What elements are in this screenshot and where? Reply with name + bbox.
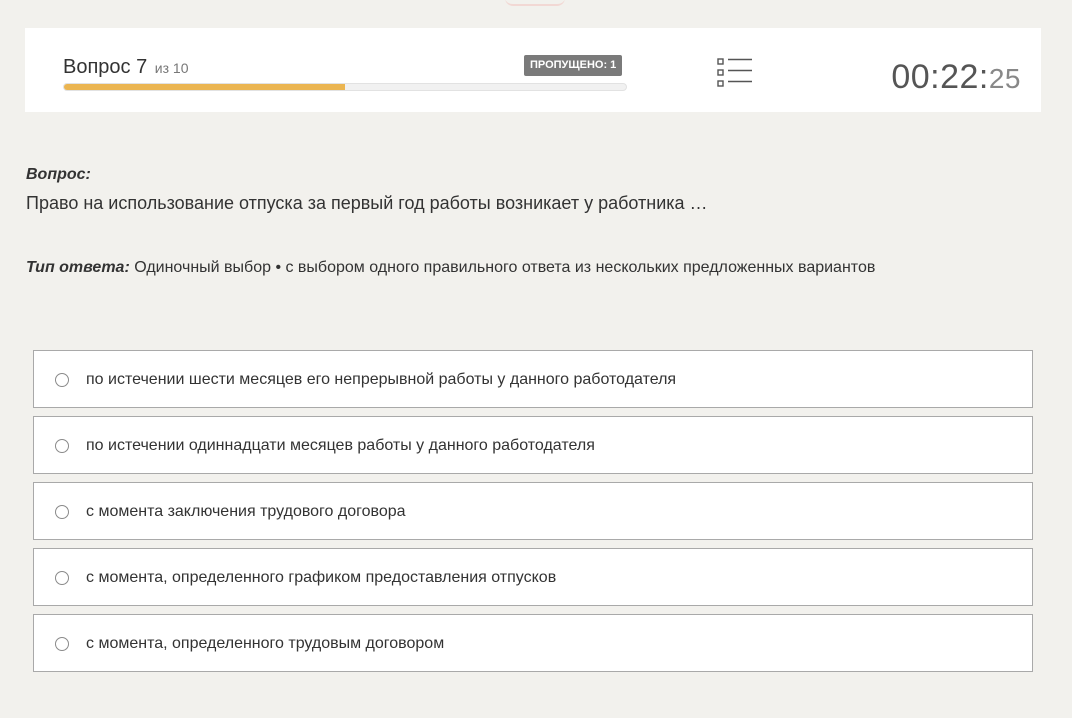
answer-option[interactable]: по истечении одиннадцати месяцев работы … bbox=[33, 416, 1033, 474]
timer-seconds: 25 bbox=[988, 63, 1021, 94]
question-total: из 10 bbox=[154, 60, 189, 76]
answer-type: Тип ответа: Одиночный выбор • с выбором … bbox=[26, 259, 875, 277]
list-icon[interactable] bbox=[717, 57, 753, 89]
answer-option-label: по истечении одиннадцати месяцев работы … bbox=[86, 437, 595, 454]
radio-button[interactable] bbox=[55, 571, 69, 585]
answer-option-label: с момента, определенного графиком предос… bbox=[86, 569, 557, 586]
answer-option-label: с момента заключения трудового договора bbox=[86, 503, 406, 520]
answer-type-label: Тип ответа: bbox=[26, 259, 130, 276]
answer-type-value: Одиночный выбор • с выбором одного прави… bbox=[129, 259, 876, 276]
question-counter: Вопрос 7 из 10 bbox=[63, 56, 188, 79]
answer-options: по истечении шести месяцев его непрерывн… bbox=[33, 350, 1033, 680]
answer-option-label: по истечении шести месяцев его непрерывн… bbox=[86, 371, 677, 388]
question-label: Вопрос: bbox=[26, 166, 91, 183]
top-decoration bbox=[505, 0, 565, 6]
answer-option[interactable]: по истечении шести месяцев его непрерывн… bbox=[33, 350, 1033, 408]
answer-option[interactable]: с момента, определенного графиком предос… bbox=[33, 548, 1033, 606]
question-text: Право на использование отпуска за первый… bbox=[26, 193, 708, 213]
progress-fill bbox=[64, 84, 345, 90]
timer-main: 00:22: bbox=[891, 58, 989, 96]
radio-button[interactable] bbox=[55, 505, 69, 519]
question-number: Вопрос 7 bbox=[63, 56, 148, 78]
answer-option-label: с момента, определенного трудовым догово… bbox=[86, 635, 445, 652]
radio-button[interactable] bbox=[55, 439, 69, 453]
radio-button[interactable] bbox=[55, 373, 69, 387]
skipped-badge[interactable]: ПРОПУЩЕНО: 1 bbox=[524, 55, 623, 76]
radio-button[interactable] bbox=[55, 637, 69, 651]
progress-bar bbox=[63, 83, 627, 91]
quiz-header: Вопрос 7 из 10 ПРОПУЩЕНО: 1 00:22:25 bbox=[25, 28, 1041, 112]
answer-option[interactable]: с момента заключения трудового договора bbox=[33, 482, 1033, 540]
answer-option[interactable]: с момента, определенного трудовым догово… bbox=[33, 614, 1033, 672]
timer: 00:22:25 bbox=[891, 58, 1021, 97]
